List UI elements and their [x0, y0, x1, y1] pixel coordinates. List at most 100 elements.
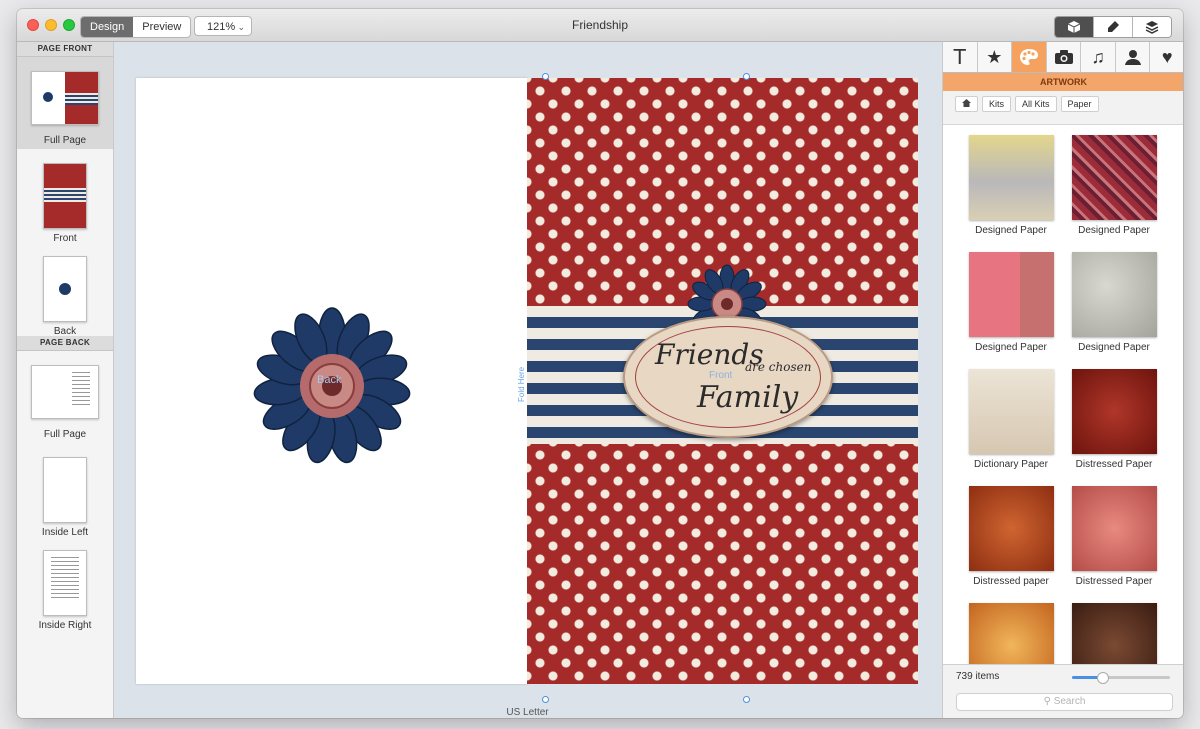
resize-handle-top-mid[interactable] — [743, 73, 750, 80]
layers-icon — [1145, 21, 1159, 34]
breadcrumb-paper[interactable]: Paper — [1060, 96, 1099, 112]
resize-handle-bottom-mid[interactable] — [743, 696, 750, 703]
thumbnail-size-slider[interactable] — [1072, 672, 1170, 684]
flower-embellishment[interactable] — [252, 306, 412, 466]
app-window: Design Preview 121% ⌄ Friendship PAGE FR… — [17, 9, 1183, 718]
artwork-item[interactable]: Designed Paper — [1064, 135, 1164, 236]
breadcrumb-all-kits[interactable]: All Kits — [1015, 96, 1057, 112]
artwork-item-label: Dictionary Paper — [974, 459, 1048, 470]
search-icon: ⚲ — [1043, 696, 1051, 707]
tools-panel-button[interactable] — [1093, 17, 1132, 37]
page-thumb-label: Back — [53, 326, 77, 337]
home-icon — [962, 99, 971, 107]
artwork-item-label: Designed Paper — [1078, 225, 1150, 236]
artwork-panel-button[interactable] — [1055, 17, 1093, 37]
heart-icon: ♥ — [1161, 46, 1173, 67]
page-thumb-label: Full Page — [43, 135, 87, 146]
page-thumb-label: Full Page — [43, 429, 87, 440]
music-note-icon: ♫ — [1091, 46, 1105, 67]
tab-photos[interactable] — [1046, 42, 1082, 72]
window-title: Friendship — [571, 18, 629, 32]
card-front-page[interactable]: Friends are chosen Front Family — [527, 78, 918, 684]
artwork-item-label: Distressed Paper — [1075, 576, 1153, 587]
page-front-header: PAGE FRONT — [17, 42, 113, 57]
tab-favorites[interactable]: ★ — [977, 42, 1013, 72]
artwork-swatch — [1071, 369, 1157, 454]
artwork-item[interactable]: Designed Paper — [961, 135, 1061, 236]
card-text-family: Family — [697, 380, 799, 415]
panel-footer: 739 items ⚲ Search — [943, 664, 1183, 718]
page-thumb-back[interactable]: Back — [17, 242, 113, 337]
cube-icon — [1067, 21, 1081, 33]
design-canvas[interactable]: Back Friends are chosen Front Family Fol… — [114, 42, 951, 718]
breadcrumb-kits[interactable]: Kits — [982, 96, 1012, 112]
artwork-panel: T ★ ♫ ♥ ARTWORK Kits All Kits Paper Desi… — [942, 42, 1183, 718]
card-back-page[interactable]: Back — [136, 78, 527, 684]
artwork-swatch — [968, 135, 1054, 220]
artwork-item[interactable]: Designed Paper — [1064, 252, 1164, 353]
back-placeholder-label: Back — [317, 374, 342, 386]
tab-music[interactable]: ♫ — [1081, 42, 1116, 72]
page-thumb-label: Inside Right — [38, 620, 92, 631]
artwork-item[interactable] — [961, 603, 1061, 665]
artwork-item-label: Designed Paper — [1078, 342, 1150, 353]
tab-artwork[interactable] — [1012, 42, 1047, 72]
artwork-item-label: Designed Paper — [975, 225, 1047, 236]
panel-switch — [1054, 16, 1172, 38]
artwork-swatch — [1071, 135, 1157, 220]
artwork-item-label: Distressed Paper — [1075, 459, 1153, 470]
star-icon: ★ — [986, 46, 1003, 67]
home-crumb[interactable] — [955, 96, 978, 112]
artwork-grid: Designed Paper Designed Paper Designed P… — [943, 124, 1183, 665]
page-thumb-back-full-page[interactable]: Full Page — [17, 351, 113, 443]
slider-knob[interactable] — [1097, 672, 1109, 684]
artwork-swatch — [1071, 603, 1157, 665]
artwork-item[interactable]: Distressed Paper — [1064, 369, 1164, 470]
item-count: 739 items — [956, 671, 1000, 682]
page-thumbnail — [31, 71, 99, 125]
artwork-item[interactable]: Distressed Paper — [1064, 486, 1164, 587]
page-thumbnail — [43, 550, 87, 616]
tab-text[interactable]: T — [943, 42, 978, 72]
card-text-are-chosen: are chosen — [745, 360, 812, 374]
artwork-item[interactable]: Distressed paper — [961, 486, 1061, 587]
page-thumbnail — [31, 365, 99, 419]
page-sidebar: PAGE FRONT Full Page Front Back PAGE BAC… — [17, 42, 114, 718]
title-bar: Design Preview 121% ⌄ Friendship — [17, 9, 1183, 42]
page-thumb-inside-right[interactable]: Inside Right — [17, 536, 113, 631]
fold-here-label: Fold Here — [517, 366, 526, 402]
search-field[interactable]: ⚲ Search — [956, 693, 1173, 711]
panel-section-title: ARTWORK — [943, 73, 1183, 91]
artwork-swatch — [968, 252, 1054, 337]
brush-icon — [1108, 21, 1119, 32]
artwork-swatch — [968, 603, 1054, 665]
artwork-item-label: Designed Paper — [975, 342, 1047, 353]
layers-panel-button[interactable] — [1132, 17, 1171, 37]
page-thumb-full-page[interactable]: Full Page — [17, 57, 113, 149]
artwork-swatch — [1071, 252, 1157, 337]
page-back-header: PAGE BACK — [17, 336, 113, 351]
artwork-item[interactable]: Designed Paper — [961, 252, 1061, 353]
palette-icon — [1019, 49, 1038, 65]
page-thumb-front[interactable]: Front — [17, 149, 113, 244]
search-placeholder: Search — [1053, 696, 1086, 707]
page-thumb-inside-left[interactable]: Inside Left — [17, 443, 113, 538]
resize-handle-top[interactable] — [542, 73, 549, 80]
paper-size-label: US Letter — [506, 707, 549, 718]
panel-tabs: T ★ ♫ ♥ — [943, 42, 1183, 73]
artwork-swatch — [968, 486, 1054, 571]
artwork-item[interactable]: Dictionary Paper — [961, 369, 1061, 470]
resize-handle-bottom[interactable] — [542, 696, 549, 703]
artwork-swatch — [968, 369, 1054, 454]
artwork-item[interactable] — [1064, 603, 1164, 665]
tab-contacts[interactable] — [1115, 42, 1151, 72]
artwork-swatch — [1071, 486, 1157, 571]
tab-likes[interactable]: ♥ — [1150, 42, 1183, 72]
breadcrumb: Kits All Kits Paper — [943, 91, 1183, 117]
camera-icon — [1054, 50, 1073, 64]
page-thumbnail — [43, 163, 87, 229]
person-icon — [1124, 50, 1141, 65]
page-thumbnail — [43, 457, 87, 523]
title-oval-label[interactable]: Friends are chosen Front Family — [623, 316, 833, 438]
text-icon: T — [953, 45, 966, 69]
